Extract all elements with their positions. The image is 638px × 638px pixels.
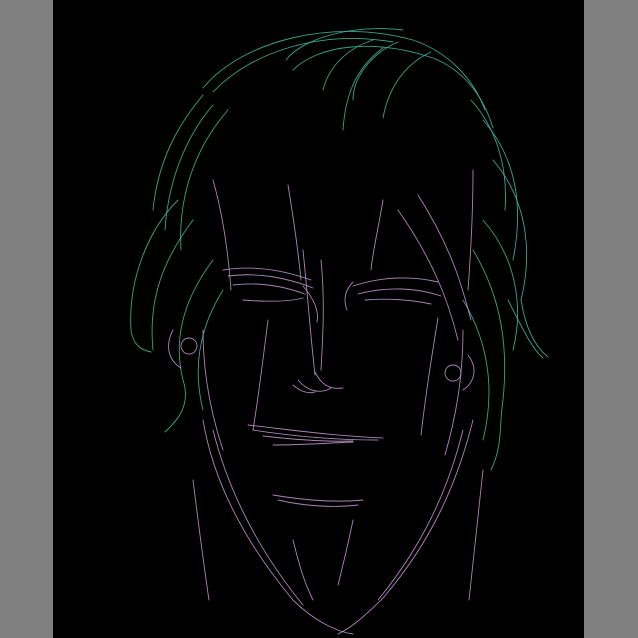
right-gray-margin: [584, 0, 638, 638]
line-art-portrait: [130, 28, 549, 635]
left-gray-margin: [0, 0, 53, 638]
hair-strokes: [130, 28, 549, 471]
drawing-canvas: [53, 0, 584, 638]
face-strokes: [168, 169, 484, 635]
